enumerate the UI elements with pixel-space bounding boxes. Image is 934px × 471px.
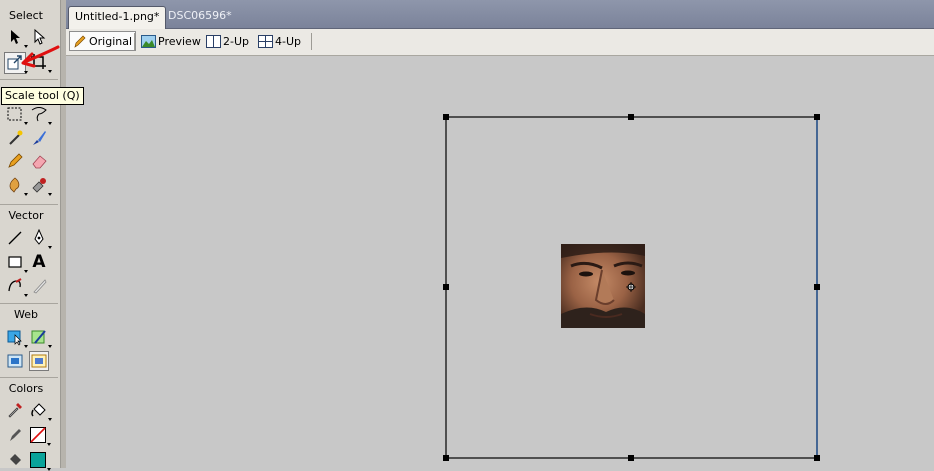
lasso-tool-icon[interactable] xyxy=(29,104,52,125)
landscape-icon xyxy=(141,34,156,48)
magic-wand-icon[interactable] xyxy=(5,128,25,148)
line-tool-icon[interactable] xyxy=(5,228,25,248)
section-title-web: Web xyxy=(14,308,38,321)
rubber-stamp-icon[interactable] xyxy=(29,175,52,196)
section-title-vector: Vector xyxy=(8,209,44,222)
section-title-select: Select xyxy=(9,9,43,22)
pen-tool-icon[interactable] xyxy=(29,228,52,249)
document-canvas[interactable] xyxy=(66,56,934,468)
marquee-tool-icon[interactable] xyxy=(5,104,28,125)
resize-handle-top[interactable] xyxy=(628,114,634,120)
resize-handle-top-left[interactable] xyxy=(443,114,449,120)
resize-handle-bottom[interactable] xyxy=(628,455,634,461)
fill-bucket-icon xyxy=(5,450,25,470)
4-up-view-button[interactable]: 4-Up xyxy=(258,32,301,50)
freeform-tool-icon[interactable] xyxy=(5,276,28,297)
knife-tool-icon[interactable] xyxy=(29,276,49,296)
rectangle-tool-icon[interactable] xyxy=(5,252,28,273)
stroke-color-icon[interactable] xyxy=(28,425,51,446)
two-up-icon xyxy=(206,34,221,48)
show-slices-icon[interactable] xyxy=(29,351,49,371)
pencil-icon xyxy=(74,35,86,48)
2-up-label: 2-Up xyxy=(223,34,250,48)
four-up-icon xyxy=(258,34,273,48)
tooltip: Scale tool (Q) xyxy=(1,87,84,105)
original-view-button[interactable]: Original xyxy=(69,31,137,51)
eraser-icon[interactable] xyxy=(29,151,49,171)
resize-handle-left[interactable] xyxy=(443,284,449,290)
resize-handle-bottom-right[interactable] xyxy=(814,455,820,461)
stroke-pencil-icon xyxy=(5,425,25,445)
hide-slices-icon[interactable] xyxy=(5,351,25,371)
text-tool-icon[interactable]: A xyxy=(29,252,49,272)
text-tool-glyph: A xyxy=(32,252,46,272)
resize-handle-right[interactable] xyxy=(814,284,820,290)
brush-icon[interactable] xyxy=(29,128,49,148)
tab-untitled-1[interactable]: Untitled-1.png* xyxy=(68,6,167,29)
annotation-arrow-icon xyxy=(21,45,60,68)
preview-label: Preview xyxy=(158,34,201,48)
hotspot-icon[interactable] xyxy=(5,327,28,348)
pencil-icon[interactable] xyxy=(5,151,25,171)
4-up-label: 4-Up xyxy=(275,34,302,48)
paint-bucket-icon[interactable] xyxy=(29,400,52,421)
original-label: Original xyxy=(89,34,133,48)
resize-handle-bottom-left[interactable] xyxy=(443,455,449,461)
resize-handle-top-right[interactable] xyxy=(814,114,820,120)
view-toolbar: Original Preview 2-Up 4-Up xyxy=(66,29,934,56)
slice-icon[interactable] xyxy=(29,327,52,348)
eyedropper-icon[interactable] xyxy=(5,400,25,420)
preview-view-button[interactable]: Preview xyxy=(141,32,201,50)
tab-dsc06596[interactable]: DSC06596* xyxy=(162,6,238,28)
fill-color-icon[interactable] xyxy=(28,450,51,471)
blur-icon[interactable] xyxy=(5,175,28,196)
2-up-view-button[interactable]: 2-Up xyxy=(206,32,249,50)
section-title-colors: Colors xyxy=(8,382,44,395)
document-tab-bar: Untitled-1.png* DSC06596* xyxy=(66,0,934,29)
